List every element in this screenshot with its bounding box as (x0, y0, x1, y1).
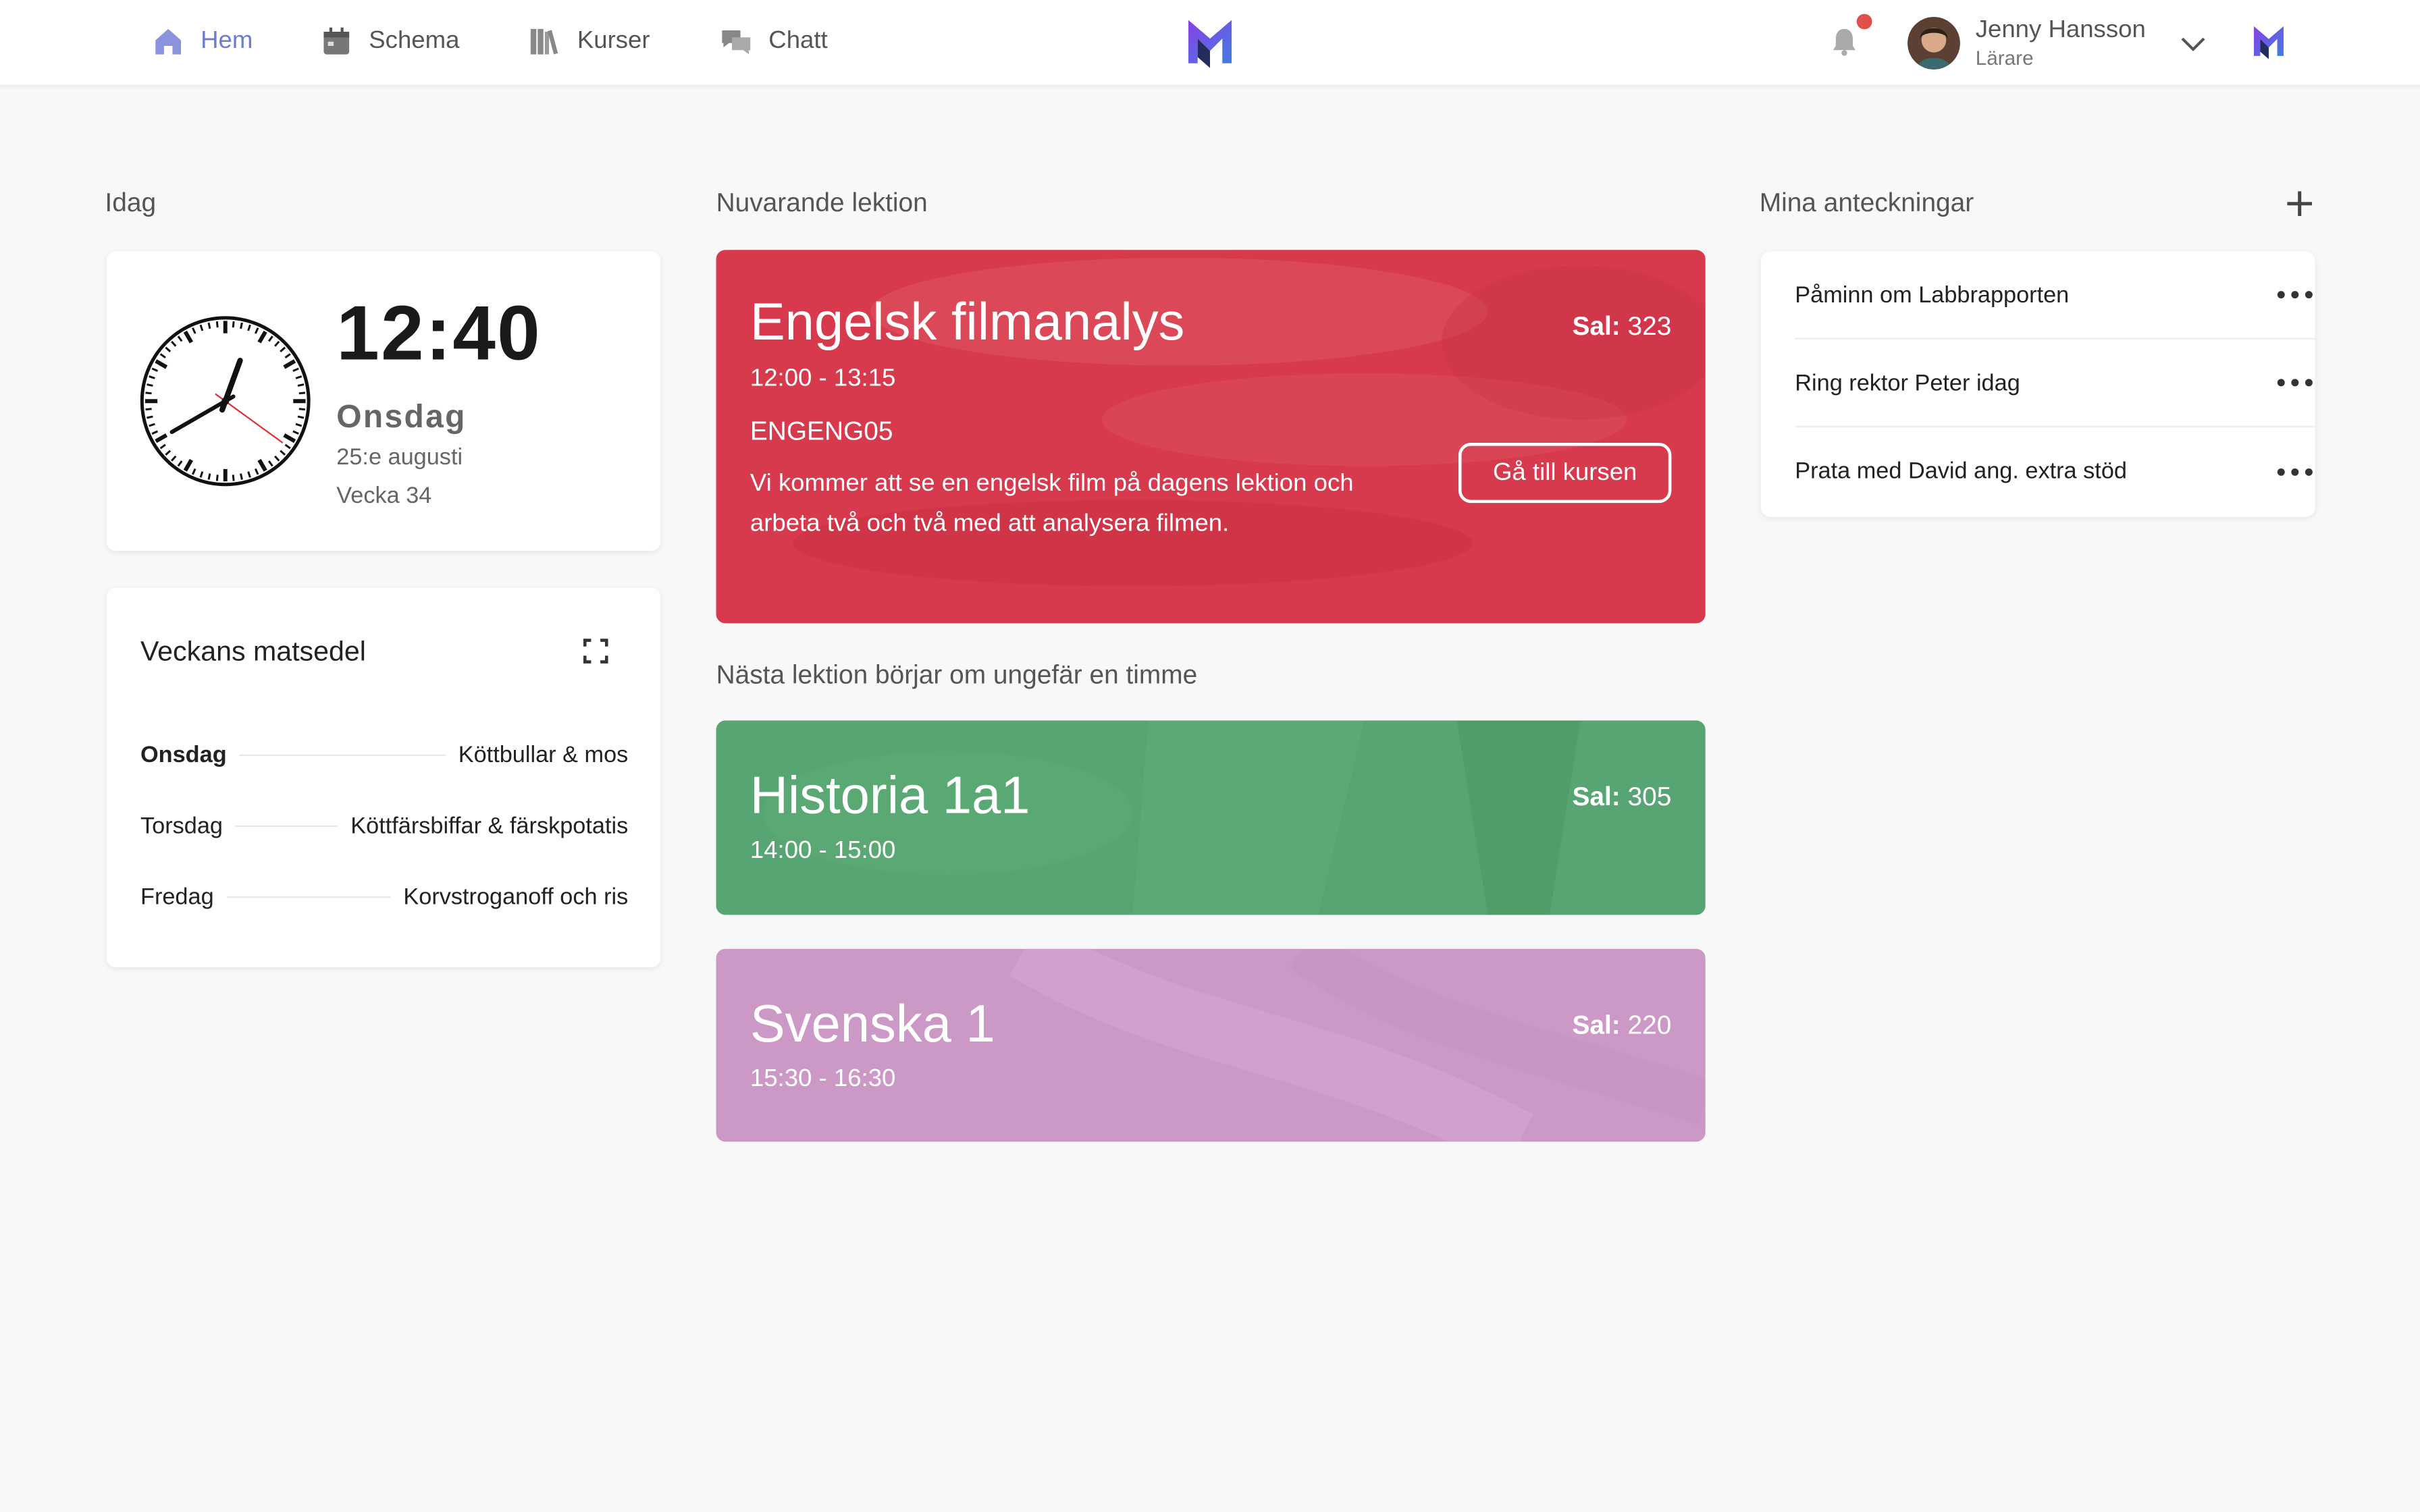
lesson-description: Vi kommer att se en engelsk film på dage… (749, 470, 1354, 537)
nav-item-schema[interactable]: Schema (319, 25, 459, 59)
menu-divider (238, 753, 446, 755)
current-time: 12:40 (336, 290, 542, 377)
room-label: Sal: (1572, 311, 1621, 342)
top-bar: Hem Schema Kurser Chatt Jenny Hansson Lä… (0, 0, 2420, 85)
nav-item-home[interactable]: Hem (151, 25, 253, 59)
analog-clock (140, 316, 311, 487)
lesson-title: Svenska 1 (749, 995, 995, 1054)
note-text: Påminn om Labbrapporten (1795, 281, 2070, 308)
menu-meal: Köttbullar & mos (458, 741, 629, 768)
notes-card: Påminn om Labbrapporten Ring rektor Pete… (1760, 251, 2317, 517)
user-role: Lärare (1975, 46, 2034, 70)
nav-label: Hem (201, 28, 253, 54)
note-item[interactable]: Prata med David ang. extra stöd (1795, 427, 2317, 515)
note-text: Ring rektor Peter idag (1795, 369, 2020, 396)
menu-divider (235, 824, 338, 826)
next-lesson-card[interactable]: Historia 1a1 14:00 - 15:00 Sal: 305 (716, 720, 1706, 915)
menu-card: Veckans matsedel Onsdag Köttbullar & mos… (106, 587, 661, 968)
menu-title: Veckans matsedel (140, 635, 366, 667)
avatar[interactable] (1908, 17, 1960, 70)
menu-meal: Köttfärsbiffar & färskpotatis (350, 812, 629, 839)
more-options-icon[interactable] (2273, 282, 2317, 307)
notes-heading: Mina anteckningar (1759, 188, 1974, 218)
school-logo-icon[interactable] (2252, 23, 2286, 60)
lesson-time: 15:30 - 16:30 (749, 1066, 896, 1093)
lesson-title: Engelsk filmanalys (749, 293, 1185, 352)
today-heading: Idag (105, 188, 157, 218)
lesson-room: Sal: 305 (1572, 782, 1671, 813)
books-icon (530, 28, 558, 55)
menu-day: Fredag (140, 883, 214, 910)
lesson-time: 12:00 - 13:15 (749, 365, 896, 392)
expand-icon[interactable] (580, 636, 611, 667)
current-lesson-card[interactable]: Engelsk filmanalys 12:00 - 13:15 Sal: 32… (716, 250, 1706, 624)
note-item[interactable]: Ring rektor Peter idag (1795, 340, 2317, 428)
lesson-room: Sal: 323 (1572, 312, 1671, 343)
clock-card: 12:40 Onsdag 25:e augusti Vecka 34 (106, 251, 661, 551)
note-text: Prata med David ang. extra stöd (1795, 458, 2127, 485)
user-name[interactable]: Jenny Hansson (1976, 17, 2146, 45)
current-lesson-heading: Nuvarande lektion (716, 188, 928, 218)
nav-label: Kurser (577, 28, 650, 54)
nav-item-chatt[interactable]: Chatt (719, 25, 828, 59)
lesson-room: Sal: 220 (1572, 1010, 1671, 1042)
current-day: Onsdag (336, 399, 467, 435)
menu-meal: Korvstroganoff och ris (403, 883, 629, 910)
later-lesson-card[interactable]: Svenska 1 15:30 - 16:30 Sal: 220 (716, 948, 1706, 1142)
note-item[interactable]: Påminn om Labbrapporten (1795, 252, 2317, 340)
chat-icon (722, 30, 751, 55)
go-to-course-button[interactable]: Gå till kursen (1458, 442, 1672, 504)
notification-dot (1856, 14, 1872, 30)
menu-divider (226, 895, 392, 898)
menu-day: Torsdag (140, 812, 223, 839)
bell-icon[interactable] (1827, 25, 1861, 59)
room-number: 220 (1627, 1010, 1672, 1040)
room-label: Sal: (1572, 1010, 1621, 1040)
chevron-down-icon[interactable] (2178, 28, 2209, 59)
menu-day: Onsdag (140, 741, 227, 768)
current-week: Vecka 34 (336, 483, 432, 510)
more-options-icon[interactable] (2273, 371, 2317, 396)
menu-row: Torsdag Köttfärsbiffar & färskpotatis (140, 810, 628, 841)
nav-label: Schema (369, 28, 460, 54)
nav-label: Chatt (768, 28, 828, 54)
course-code: ENGENG05 (749, 416, 893, 446)
menu-row: Onsdag Köttbullar & mos (140, 739, 628, 770)
room-label: Sal: (1572, 782, 1621, 812)
lesson-title: Historia 1a1 (749, 766, 1030, 826)
lesson-time: 14:00 - 15:00 (749, 838, 896, 864)
more-options-icon[interactable] (2273, 459, 2317, 484)
menu-row: Fredag Korvstroganoff och ris (140, 881, 628, 912)
add-note-icon[interactable] (2281, 185, 2318, 222)
calendar-icon (323, 27, 350, 55)
room-number: 305 (1627, 782, 1672, 812)
next-lesson-heading: Nästa lektion börjar om ungefär en timme (716, 660, 1198, 690)
app-logo[interactable] (1185, 17, 1234, 68)
nav-item-kurser[interactable]: Kurser (528, 25, 650, 59)
current-date: 25:e augusti (336, 444, 463, 471)
room-number: 323 (1627, 311, 1672, 342)
home-icon (155, 28, 181, 55)
